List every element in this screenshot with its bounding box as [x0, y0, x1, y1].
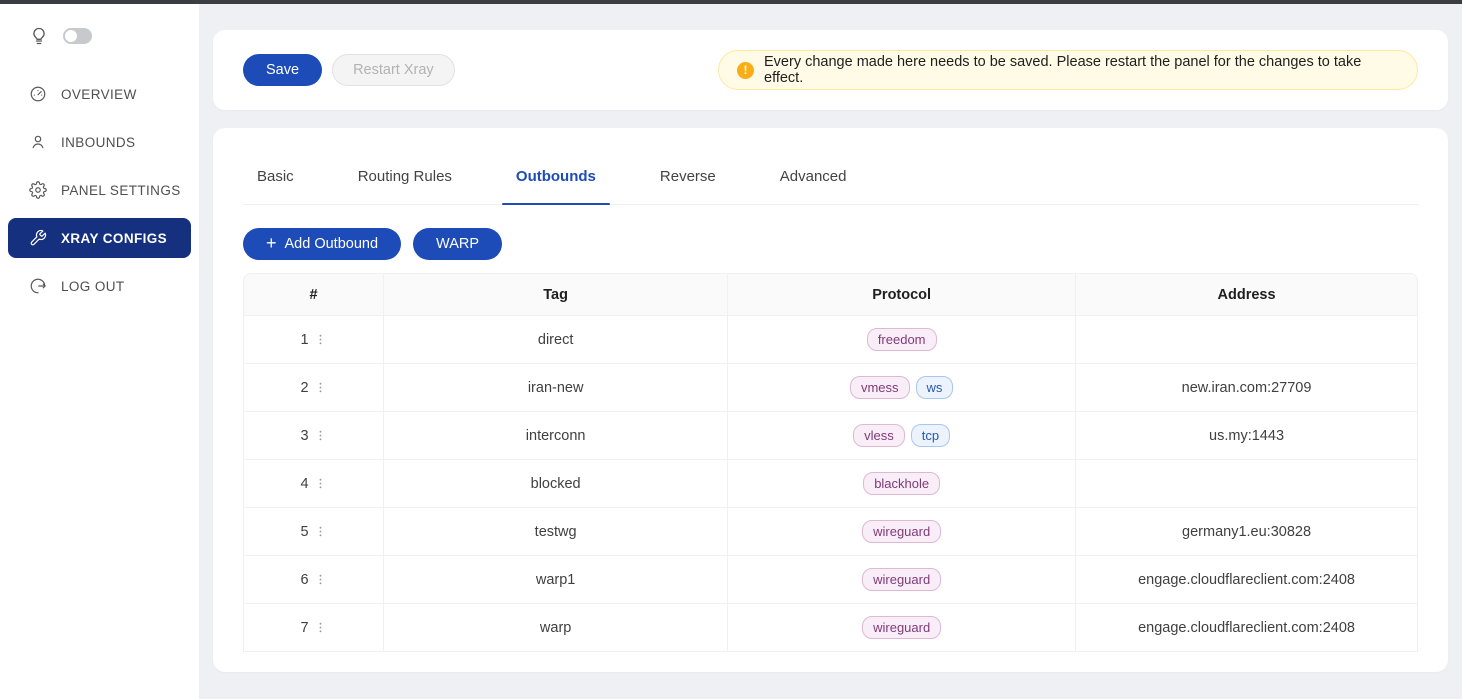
warning-alert-text: Every change made here needs to be saved… [764, 54, 1399, 86]
sidebar-item-xray-configs[interactable]: XRAY CONFIGS [8, 218, 191, 258]
row-protocols: vmessws [847, 380, 956, 396]
tab-reverse[interactable]: Reverse [646, 168, 730, 204]
row-address: germany1.eu:30828 [1182, 524, 1311, 540]
save-button[interactable]: Save [243, 54, 322, 86]
tab-basic[interactable]: Basic [243, 168, 308, 204]
sidebar-item-label: OVERVIEW [61, 87, 137, 102]
row-menu-dots-icon[interactable] [314, 381, 327, 394]
theme-switch-row [0, 24, 199, 48]
row-tag: interconn [526, 428, 586, 444]
table-actions-row: + Add Outbound WARP [243, 228, 1418, 260]
user-icon [29, 133, 47, 151]
config-tabs: Basic Routing Rules Outbounds Reverse Advanc… [243, 168, 1418, 205]
wrench-icon [29, 229, 47, 247]
row-address: engage.cloudflareclient.com:2408 [1138, 572, 1355, 588]
row-menu-dots-icon[interactable] [314, 477, 327, 490]
protocol-badge-vless: vless [853, 424, 905, 447]
column-header-address: Address [1076, 273, 1418, 316]
restart-xray-button[interactable]: Restart Xray [332, 54, 455, 86]
sidebar-item-label: LOG OUT [61, 279, 125, 294]
sidebar: OVERVIEW INBOUNDS PANEL SETTINGS XRAY CO… [0, 0, 199, 699]
sidebar-item-label: XRAY CONFIGS [61, 231, 167, 246]
row-address: us.my:1443 [1209, 428, 1284, 444]
column-header-tag: Tag [384, 273, 728, 316]
warning-alert: ! Every change made here needs to be sav… [718, 50, 1418, 90]
protocol-badge-wireguard: wireguard [862, 616, 941, 639]
top-window-strip [0, 0, 1462, 4]
add-outbound-button[interactable]: + Add Outbound [243, 228, 401, 260]
row-protocols: blackhole [860, 476, 943, 492]
row-number: 6 [300, 572, 308, 588]
main-area: Save Restart Xray ! Every change made he… [199, 0, 1462, 699]
row-address: new.iran.com:27709 [1182, 380, 1312, 396]
row-menu-dots-icon[interactable] [314, 333, 327, 346]
toolbar-card: Save Restart Xray ! Every change made he… [213, 30, 1448, 110]
row-tag: warp1 [536, 572, 576, 588]
sidebar-item-label: PANEL SETTINGS [61, 183, 181, 198]
protocol-badge-ws: ws [916, 376, 954, 399]
protocol-badge-wireguard: wireguard [862, 520, 941, 543]
protocol-badge-blackhole: blackhole [863, 472, 940, 495]
row-protocols: vlesstcp [850, 428, 953, 444]
row-menu-dots-icon[interactable] [314, 525, 327, 538]
sidebar-item-inbounds[interactable]: INBOUNDS [0, 122, 199, 162]
column-header-number: # [243, 273, 384, 316]
add-outbound-label: Add Outbound [285, 236, 379, 252]
row-protocols: freedom [864, 332, 940, 348]
logout-icon [29, 277, 47, 295]
row-tag: testwg [535, 524, 577, 540]
tab-advanced[interactable]: Advanced [766, 168, 861, 204]
row-address: engage.cloudflareclient.com:2408 [1138, 620, 1355, 636]
table-row: 1 direct freedom [243, 316, 1418, 364]
row-number: 4 [300, 476, 308, 492]
sidebar-item-log-out[interactable]: LOG OUT [0, 266, 199, 306]
table-header-row: # Tag Protocol Address [243, 273, 1418, 316]
tab-routing-rules[interactable]: Routing Rules [344, 168, 466, 204]
row-protocols: wireguard [859, 620, 944, 636]
column-header-protocol: Protocol [728, 273, 1076, 316]
plus-icon: + [266, 234, 277, 252]
sidebar-item-panel-settings[interactable]: PANEL SETTINGS [0, 170, 199, 210]
row-tag: iran-new [528, 380, 584, 396]
row-protocols: wireguard [859, 524, 944, 540]
row-tag: blocked [531, 476, 581, 492]
row-number: 3 [300, 428, 308, 444]
row-menu-dots-icon[interactable] [314, 621, 327, 634]
table-row: 2 iran-new vmessws new.iran.com:27709 [243, 364, 1418, 412]
protocol-badge-tcp: tcp [911, 424, 950, 447]
protocol-badge-vmess: vmess [850, 376, 910, 399]
protocol-badge-freedom: freedom [867, 328, 937, 351]
row-protocols: wireguard [859, 572, 944, 588]
dashboard-icon [29, 85, 47, 103]
table-row: 3 interconn vlesstcp us.my:1443 [243, 412, 1418, 460]
table-row: 4 blocked blackhole [243, 460, 1418, 508]
row-number: 5 [300, 524, 308, 540]
row-tag: warp [540, 620, 571, 636]
tab-outbounds[interactable]: Outbounds [502, 168, 610, 204]
row-menu-dots-icon[interactable] [314, 429, 327, 442]
table-row: 7 warp wireguard engage.cloudflareclient… [243, 604, 1418, 652]
warp-button[interactable]: WARP [413, 228, 502, 260]
row-tag: direct [538, 332, 573, 348]
xray-configs-card: Basic Routing Rules Outbounds Reverse Advanc… [213, 128, 1448, 672]
theme-toggle-knob [65, 30, 77, 42]
sidebar-item-overview[interactable]: OVERVIEW [0, 74, 199, 114]
exclamation-circle-icon: ! [737, 62, 754, 79]
row-number: 1 [300, 332, 308, 348]
theme-toggle[interactable] [63, 28, 92, 44]
sidebar-menu: OVERVIEW INBOUNDS PANEL SETTINGS XRAY CO… [0, 70, 199, 310]
row-menu-dots-icon[interactable] [314, 573, 327, 586]
protocol-badge-wireguard: wireguard [862, 568, 941, 591]
table-row: 6 warp1 wireguard engage.cloudflareclien… [243, 556, 1418, 604]
row-number: 7 [300, 620, 308, 636]
lightbulb-icon [29, 26, 49, 46]
outbounds-table: # Tag Protocol Address 1 direct freedom [243, 273, 1418, 652]
sidebar-item-label: INBOUNDS [61, 135, 135, 150]
row-number: 2 [300, 380, 308, 396]
gear-icon [29, 181, 47, 199]
table-row: 5 testwg wireguard germany1.eu:30828 [243, 508, 1418, 556]
